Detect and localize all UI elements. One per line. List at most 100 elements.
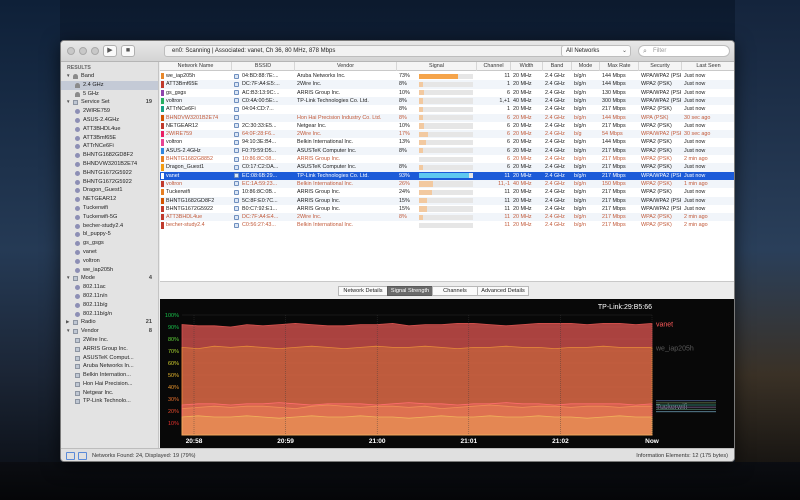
vendor-icon (75, 373, 80, 379)
cell-seen: Just now (684, 81, 706, 88)
sidebar-item[interactable]: 2Wire Inc. (61, 336, 158, 345)
sidebar-toggle-icon[interactable] (66, 452, 75, 460)
sidebar-item[interactable]: bl_puppy-5 (61, 230, 158, 239)
sidebar-item[interactable]: 2.4 GHz (61, 80, 158, 90)
column-header-network-name[interactable]: Network Name (160, 62, 232, 71)
column-header-mode[interactable]: Mode (572, 62, 600, 71)
disclosure-triangle-icon[interactable]: ▼ (66, 98, 70, 107)
table-row[interactable]: voltron EC:1A:59:23... Belkin Internationa… (160, 179, 734, 189)
table-row[interactable]: BHNTG1672G5922 B0:C7:92:E1... ARRIS Group … (160, 205, 734, 213)
sidebar-item[interactable]: ASUSTeK Comput... (61, 354, 158, 363)
table-row[interactable]: vanet EC:08:6B:29... TP-Link Technologies … (160, 171, 734, 180)
table-row[interactable]: 2WIRE759 64:0F:28:F6... 2Wire Inc. 17% 6 20 M… (160, 130, 734, 139)
signal-percent: 8% (399, 214, 407, 221)
table-row[interactable]: ATT3BHDL4ue DC:7F:A4:E4... 2Wire Inc. 8% 11 2… (160, 213, 734, 222)
table-row[interactable]: ASUS-2.4GHz F0:79:59:D5... ASUSTeK Compute… (160, 146, 734, 155)
table-row[interactable]: ATTrNCe6Fi 04:04:CD:7... 8% 1 20 MHz 2.4 GHz b… (160, 105, 734, 113)
sidebar-group-mode[interactable]: ▼ Mode 4 (61, 274, 158, 283)
sidebar-item[interactable]: we_iap205h (61, 266, 158, 275)
group-icon (73, 74, 78, 79)
table-row[interactable]: we_iap205h 04:BD:88:7E:... Aruba Networks … (160, 72, 734, 80)
sidebar-item[interactable]: ATTrNCe6Fi (61, 142, 158, 151)
filter-search-input[interactable]: ⌕ Filter (638, 45, 730, 57)
sidebar-item[interactable]: vanet (61, 248, 158, 257)
sidebar-item-label: 5 GHz (83, 90, 99, 97)
sidebar-item[interactable]: ATT3Bmf65E (61, 134, 158, 143)
sidebar-group-vendor[interactable]: ▼ Vendor 8 (61, 327, 158, 336)
sidebar-item[interactable]: 5 GHz (61, 90, 158, 99)
sidebar-item[interactable]: Aruba Networks In... (61, 362, 158, 371)
table-row[interactable]: Tuckerwifi 10:86:8C:0B... ARRIS Group Inc.… (160, 188, 734, 196)
column-header-bssid[interactable]: BSSID (232, 62, 295, 71)
sidebar-item[interactable]: TP-Link Technolo... (61, 397, 158, 406)
disclosure-triangle-icon[interactable]: ▼ (66, 72, 70, 81)
table-row[interactable]: ATT3Bmf65E DC:7F:A4:E5:... 2Wire Inc. 8% 1 20… (160, 80, 734, 89)
sidebar-item[interactable]: ATT3BHDL4ue (61, 125, 158, 134)
stop-icon[interactable]: ■ (121, 45, 135, 57)
sidebar-item[interactable]: ASUS-2.4GHz (61, 116, 158, 125)
sidebar-group-band[interactable]: ▼ Band (61, 72, 158, 81)
disclosure-triangle-icon[interactable]: ▶ (66, 318, 69, 327)
sidebar-item[interactable]: 802.11b/g (61, 301, 158, 310)
table-row[interactable]: voltron C0:4A:00:5E:... TP-Link Technologi… (160, 96, 734, 106)
sidebar-item[interactable]: Tuckerwifi (61, 204, 158, 213)
column-header-width[interactable]: Width (511, 62, 543, 71)
disclosure-triangle-icon[interactable]: ▼ (66, 274, 70, 283)
disclosure-triangle-icon[interactable]: ▼ (66, 327, 70, 336)
sidebar-item[interactable]: 802.11ac (61, 283, 158, 292)
sidebar-item[interactable]: BHNDVW3201B2E74 (61, 160, 158, 169)
table-row[interactable]: gs_gsgs AC:B3:13:9C:... ARRIS Group Inc. 10… (160, 89, 734, 97)
table-row[interactable]: voltron 94:10:3E:B4... Belkin Internationa… (160, 138, 734, 146)
cell-band: 2.4 GHz (545, 97, 565, 104)
zoom-window-button[interactable] (91, 47, 99, 55)
sidebar-item[interactable]: Hon Hai Precision... (61, 380, 158, 389)
sidebar-item[interactable]: Belkin Internation... (61, 371, 158, 380)
cell-bssid: 10:86:8C:08... (242, 156, 276, 162)
signal-percent: 10% (399, 122, 410, 129)
column-header-vendor[interactable]: Vendor (295, 62, 397, 71)
minimize-window-button[interactable] (79, 47, 87, 55)
column-header-signal[interactable]: Signal (397, 62, 477, 71)
sidebar-item[interactable]: NETGEAR12 (61, 195, 158, 204)
sidebar-item[interactable]: ARRIS Group Inc. (61, 345, 158, 354)
table-row[interactable]: BHNTG1682GD8F2 5C:8F:E0:7C... ARRIS Group … (160, 196, 734, 205)
sidebar-group-radio[interactable]: ▶ Radio 21 (61, 318, 158, 327)
cell-width: 20 MHz (513, 172, 532, 179)
tab-advanced-details[interactable]: Advanced Details (477, 286, 529, 296)
table-row[interactable]: BHNTG1682G8852 10:86:8C:08... ARRIS Group … (160, 155, 734, 163)
sidebar-item[interactable]: BHNTG1682GD8F2 (61, 151, 158, 160)
column-header-band[interactable]: Band (543, 62, 572, 71)
column-header-channel[interactable]: Channel (477, 62, 511, 71)
column-header-last-seen[interactable]: Last Seen (682, 62, 734, 71)
tab-signal-strength[interactable]: Signal Strength (387, 286, 433, 296)
close-window-button[interactable] (67, 47, 75, 55)
sidebar-item[interactable]: BHNTG1672G5922 (61, 178, 158, 187)
sidebar-item[interactable]: BHNTG1672G5922 (61, 169, 158, 178)
table-row[interactable]: Dragon_Guest1 C0:17:C2:DA... ASUSTeK Compu… (160, 163, 734, 172)
column-header-security[interactable]: Security (639, 62, 682, 71)
sidebar-item[interactable]: Netgear Inc. (61, 389, 158, 398)
cell-bssid: 2C:30:33:E5... (242, 122, 277, 129)
play-icon[interactable]: ▶ (103, 45, 117, 57)
column-header-max-rate[interactable]: Max Rate (600, 62, 639, 71)
network-filter-select[interactable]: All Networks ⌄ (561, 45, 631, 57)
table-row[interactable]: BHNDVW3201B2E74 Hon Hai Precision Industr… (160, 113, 734, 122)
tab-network-details[interactable]: Network Details (338, 286, 388, 296)
tab-channels[interactable]: Channels (432, 286, 478, 296)
sidebar-item[interactable]: 2WIRE759 (61, 107, 158, 116)
sidebar-item[interactable]: Dragon_Guest1 (61, 186, 158, 195)
table-row[interactable]: becher-study2.4 C0:56:27:43... Belkin Inte… (160, 221, 734, 229)
split-view-icon[interactable] (78, 452, 87, 460)
vendor-icon (75, 381, 80, 387)
cell-mode: b/g/n (574, 97, 586, 104)
sidebar-item[interactable]: 802.11n/n (61, 292, 158, 301)
sidebar-item[interactable]: gs_gsgs (61, 239, 158, 248)
sidebar-item[interactable]: Tuckerwifi-5G (61, 213, 158, 222)
sidebar-item[interactable]: voltron (61, 257, 158, 266)
cell-sec: WPA2 (PSK) (641, 147, 672, 154)
sidebar-group-service-set[interactable]: ▼ Service Set 19 (61, 98, 158, 107)
sidebar-item[interactable]: becher-study2.4 (61, 222, 158, 231)
sidebar-item[interactable]: 802.11b/g/n (61, 310, 158, 319)
table-row[interactable]: NETGEAR12 2C:30:33:E5... Netgear Inc. 10% 6 2… (160, 122, 734, 130)
cell-vendor: ARRIS Group Inc. (297, 197, 341, 204)
